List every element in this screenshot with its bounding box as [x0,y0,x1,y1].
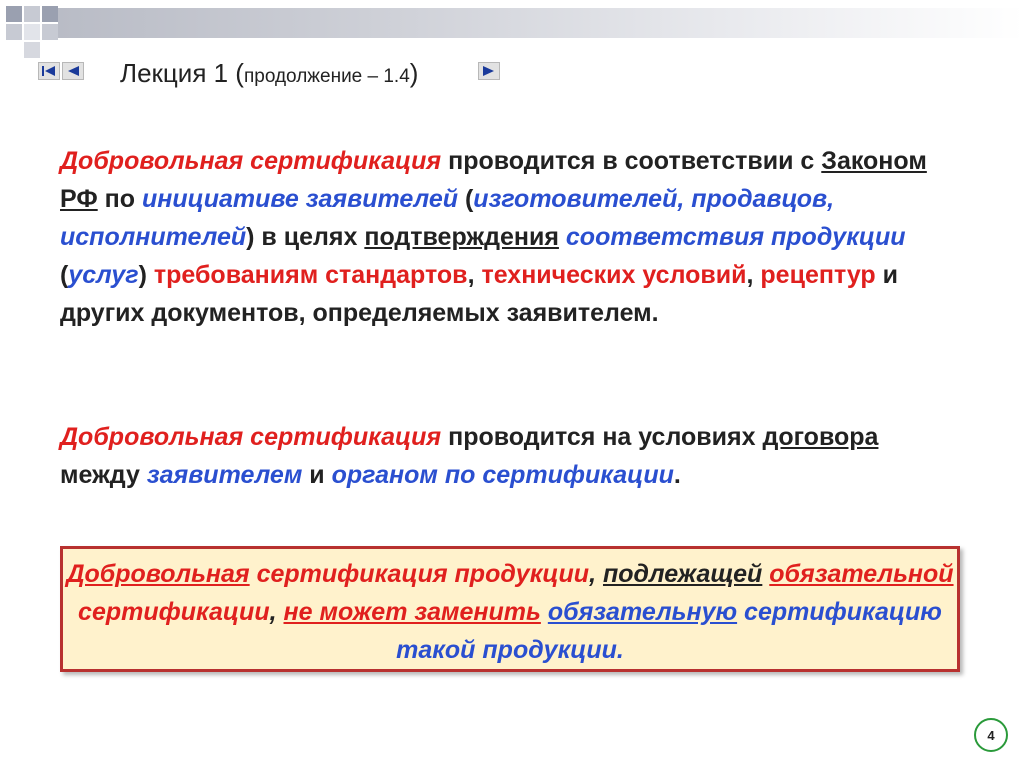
term-recipes: рецептур [760,261,876,289]
skip-back-icon [42,66,55,76]
text-run: между [60,461,147,489]
title-subtitle: продолжение – 1.4 [243,66,410,87]
term-confirmation: подтверждения [364,223,559,251]
term-mandatory: обязательной [769,560,954,588]
paragraph-voluntary-certification: Добровольная сертификация проводится в с… [60,142,960,332]
decor-square [24,42,40,58]
term-voluntary-certification: Добровольная сертификация [60,147,442,175]
term-services: услуг [68,261,139,289]
header-gradient-bar [58,8,1024,38]
term-product-conformity: соответствия продукции [565,223,906,251]
term-technical-conditions: технических условий [481,261,747,289]
decor-square [42,6,58,22]
text-run [559,223,566,251]
text-run: по [97,185,142,213]
next-slide-button[interactable] [478,62,500,80]
term-product-certification: сертификация продукции [249,560,590,588]
term-standards-requirements: требованиям стандартов [153,261,468,289]
nav-group-back [38,62,84,80]
text-run: , [467,261,482,289]
first-slide-button[interactable] [38,62,60,80]
text-run: и [302,461,332,489]
page-number-badge: 4 [974,718,1008,752]
term-applicant: заявителем [146,461,303,489]
term-contract: договора [762,423,879,451]
previous-slide-button[interactable] [62,62,84,80]
text-run: , [589,560,603,588]
decor-square [6,24,22,40]
text-run [541,598,548,626]
text-run: . [673,461,681,489]
term-mandatory-blue: обязательную [547,598,738,626]
text-run: проводится на условиях [441,423,763,451]
term-subject-to: подлежащей [602,560,763,588]
page-title: Лекция 1 (продолжение – 1.4) [120,58,418,89]
term-certification-body: органом по сертификации [331,461,674,489]
term-voluntary: Добровольная [66,560,250,588]
paragraph-contract-conditions: Добровольная сертификация проводится на … [60,418,960,494]
term-voluntary-certification: Добровольная сертификация [60,423,442,451]
term-cannot-replace: не может заменить [283,598,541,626]
arrow-left-icon [68,66,79,76]
text-run: ( [458,185,474,213]
highlight-box: Добровольная сертификация продукции, под… [60,546,960,672]
decor-square [24,24,40,40]
text-run: , [746,261,761,289]
arrow-right-icon [483,66,494,76]
text-run: ) в целях [246,223,365,251]
text-run: , [269,598,284,626]
nav-group-forward [478,62,500,80]
decor-square [6,6,22,22]
decor-square [24,6,40,22]
title-close: ) [409,58,419,88]
text-run: ) [138,261,154,289]
term-applicants-initiative: инициативе заявителей [141,185,459,213]
text-run: проводится в соответствии с [441,147,822,175]
title-main: Лекция 1 ( [120,58,244,88]
decor-square [42,24,58,40]
term-certification: сертификации [78,598,270,626]
